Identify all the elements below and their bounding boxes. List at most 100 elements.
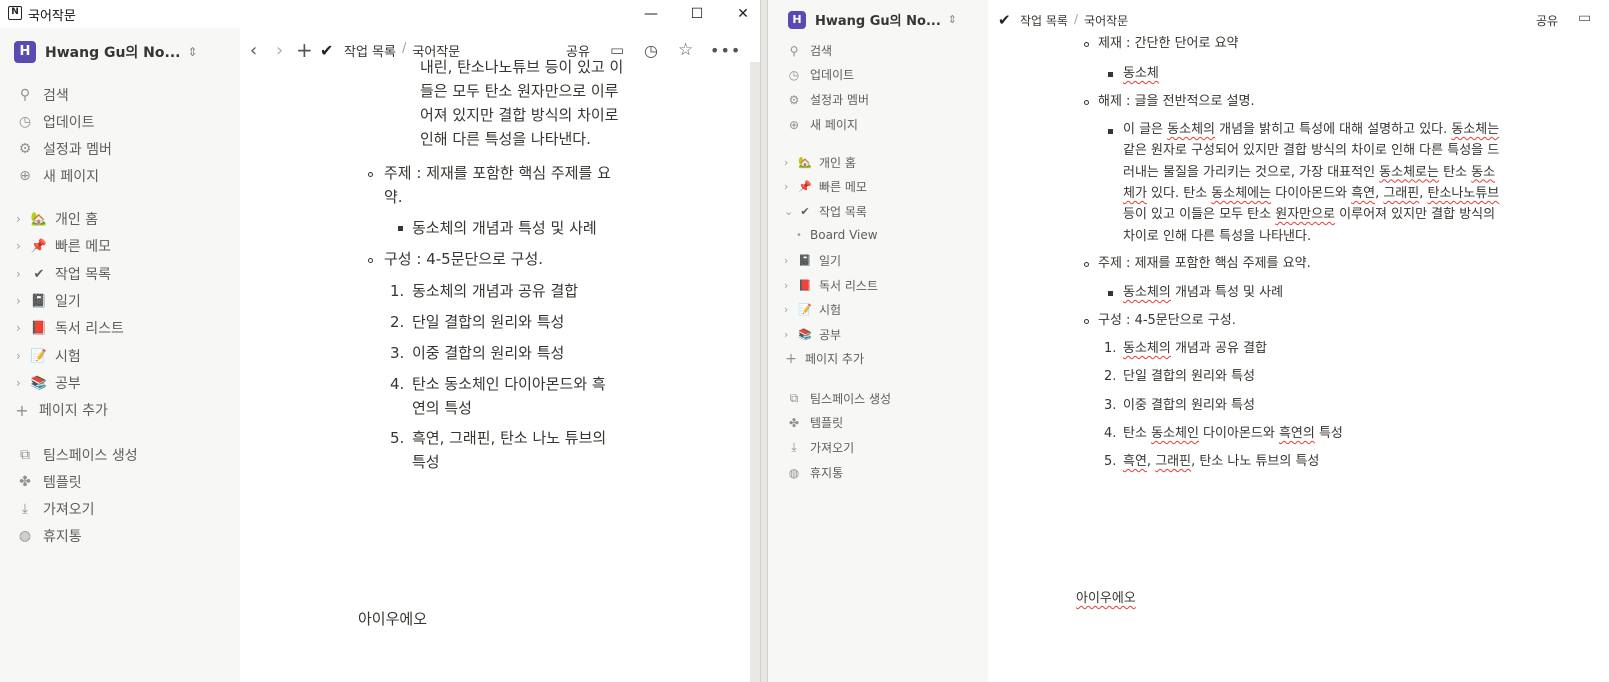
sidebar-item-label: 휴지통 (43, 529, 82, 545)
sidebar-page-공부[interactable]: › 📚 공부 (16, 373, 81, 393)
split-divider[interactable] (760, 0, 768, 682)
sidebar-page-공부[interactable]: › 📚 공부 (784, 326, 841, 343)
sidebar-item-template[interactable]: ✤ 템플릿 (786, 414, 843, 431)
chevron-right-icon[interactable]: › (16, 267, 30, 281)
chevron-right-icon[interactable]: › (16, 349, 30, 363)
sidebar-page-시험[interactable]: › 📝 시험 (784, 301, 841, 318)
sidebar-item-gear[interactable]: ⚙ 설정과 멤버 (16, 139, 112, 159)
check-icon: ✔ (998, 11, 1011, 29)
sidebar-item-plus-circle[interactable]: ⊕ 새 페이지 (16, 166, 99, 186)
chevron-right-icon[interactable]: › (784, 254, 797, 267)
more-options-icon[interactable]: ••• (710, 41, 741, 60)
structure-item: 구성 : 4-5문단으로 구성. (1098, 313, 1236, 328)
sidebar-item-label: 작업 목록 (819, 205, 867, 219)
sidebar-page-일기[interactable]: › 📓 일기 (16, 291, 81, 311)
sidebar-page-개인-홈[interactable]: › 🏡 개인 홈 (784, 154, 856, 171)
sidebar-item-trash[interactable]: ◍ 휴지통 (786, 464, 843, 481)
sidebar-page-시험[interactable]: › 📝 시험 (16, 346, 81, 366)
chevron-right-icon[interactable]: › (784, 180, 797, 193)
page-content: 내린, 탄소나노튜브 등이 있고 이 들은 모두 탄소 원자만으로 이루 어져 있지… (240, 58, 750, 682)
sidebar-item-plus-circle[interactable]: ⊕ 새 페이지 (786, 116, 858, 133)
sidebar-item-clock[interactable]: ◷ 업데이트 (786, 66, 854, 83)
plus-icon[interactable]: + (296, 38, 313, 62)
sidebar-item-import[interactable]: ⤓ 가져오기 (786, 439, 854, 456)
sidebar-page-빠른-메모[interactable]: › 📌 빠른 메모 (784, 178, 867, 195)
sidebar-page-독서-리스트[interactable]: › 📕 독서 리스트 (784, 277, 878, 294)
check-icon: ✔ (800, 205, 810, 218)
hollow-bullet-icon (1084, 42, 1089, 47)
sidebar-item-import[interactable]: ⤓ 가져오기 (16, 499, 95, 519)
gear-icon: ⚙ (18, 141, 32, 157)
sidebar-item-search[interactable]: ⚲ 검색 (786, 42, 833, 59)
sidebar-item-label: 업데이트 (43, 115, 95, 131)
breadcrumb-current-page[interactable]: 국어작문 (1084, 12, 1128, 29)
sidebar-item-label: 검색 (810, 44, 833, 58)
square-bullet-icon (398, 226, 403, 231)
chevron-right-icon[interactable]: › (784, 303, 797, 316)
ordered-list-number: 5. (390, 429, 405, 447)
share-button[interactable]: 공유 (1536, 12, 1558, 29)
sidebar-item-gear[interactable]: ⚙ 설정과 멤버 (786, 91, 869, 108)
favorite-star-icon[interactable]: ☆ (678, 40, 693, 60)
sidebar-page-빠른-메모[interactable]: › 📌 빠른 메모 (16, 236, 111, 256)
comment-icon[interactable]: ▭ (1578, 10, 1591, 26)
chevron-right-icon[interactable]: › (16, 212, 30, 226)
text-block: 아이우에오 (1076, 589, 1136, 609)
back-arrow-icon[interactable]: ‹ (250, 40, 257, 61)
pin-icon: 📌 (798, 180, 812, 193)
text-block: 아이우에오 (358, 610, 428, 628)
sidebar-item-label: 공부 (819, 328, 842, 342)
sidebar-item-label: 템플릿 (43, 475, 82, 491)
add-page-button[interactable]: + 페이지 추가 (784, 350, 864, 367)
minimize-button[interactable]: — (628, 0, 674, 28)
ordered-list-item: 탄소 동소체인 다이아몬드와 흑연의 특성 (1123, 425, 1343, 441)
sidebar-item-label: 일기 (55, 294, 81, 310)
notebook-icon: 📓 (798, 254, 812, 267)
sidebar-page-개인-홈[interactable]: › 🏡 개인 홈 (16, 209, 98, 229)
left-notion-window: N 국어작문 — ☐ ✕ H Hwang Gu의 No... ⇕ ⚲ 검색 ◷ 업데이… (0, 0, 760, 682)
chevron-right-icon[interactable]: › (784, 156, 797, 169)
ordered-list-number: 4. (1104, 425, 1117, 441)
workspace-switcher[interactable]: H Hwang Gu의 No... ⇕ (788, 10, 957, 29)
chevron-right-icon[interactable]: › (16, 239, 30, 253)
scrollbar[interactable] (750, 62, 760, 682)
forward-arrow-icon[interactable]: › (276, 40, 283, 61)
chevron-right-icon[interactable]: › (784, 279, 797, 292)
sidebar-subpage-board-view[interactable]: • Board View (796, 228, 878, 242)
sidebar-item-teamspace[interactable]: ⧉ 팀스페이스 생성 (16, 445, 138, 465)
history-clock-icon[interactable]: ◷ (644, 41, 658, 60)
sidebar-item-trash[interactable]: ◍ 휴지통 (16, 526, 82, 546)
sidebar-page-작업-목록[interactable]: ⌄ ✔ 작업 목록 (784, 203, 867, 220)
sidebar-item-label: 팀스페이스 생성 (43, 448, 138, 464)
chevron-right-icon[interactable]: › (16, 376, 30, 390)
title-bar: N 국어작문 — ☐ ✕ (0, 0, 760, 28)
close-button[interactable]: ✕ (720, 0, 760, 28)
sidebar-item-label: 공부 (55, 376, 81, 392)
ordered-list-number: 1. (390, 282, 405, 300)
sidebar-item-template[interactable]: ✤ 템플릿 (16, 472, 82, 492)
workspace-switcher[interactable]: H Hwang Gu의 No... ⇕ (14, 41, 198, 63)
breadcrumb-task-list[interactable]: 작업 목록 (344, 41, 396, 60)
square-bullet-icon (1108, 291, 1113, 296)
sidebar-item-teamspace[interactable]: ⧉ 팀스페이스 생성 (786, 390, 891, 407)
add-page-button[interactable]: + 페이지 추가 (14, 400, 108, 420)
chevron-down-icon[interactable]: ⌄ (784, 205, 797, 218)
chevron-right-icon[interactable]: › (16, 294, 30, 308)
sidebar-page-일기[interactable]: › 📓 일기 (784, 252, 841, 269)
sidebar-item-label: 가져오기 (43, 502, 95, 518)
workspace-name: Hwang Gu의 No... (45, 45, 181, 61)
gear-icon: ⚙ (788, 92, 800, 107)
sidebar-item-clock[interactable]: ◷ 업데이트 (16, 112, 95, 132)
chevron-updown-icon: ⇕ (947, 13, 958, 26)
theme-item: 주제 : 제재를 포함한 핵심 주제를 요약. (1098, 256, 1311, 271)
sidebar-page-독서-리스트[interactable]: › 📕 독서 리스트 (16, 318, 124, 338)
chevron-right-icon[interactable]: › (16, 321, 30, 335)
sidebar-item-search[interactable]: ⚲ 검색 (16, 85, 69, 105)
chevron-updown-icon: ⇕ (187, 45, 198, 59)
maximize-button[interactable]: ☐ (674, 0, 720, 28)
sidebar-page-작업-목록[interactable]: › ✔ 작업 목록 (16, 264, 111, 284)
hollow-bullet-icon (1084, 319, 1089, 324)
explain-paragraph-line: 체가 있다. 탄소 동소체에는 다이아몬드와 흑연, 그래핀, 탄소나노튜브 (1123, 185, 1500, 201)
chevron-right-icon[interactable]: › (784, 328, 797, 341)
breadcrumb-task-list[interactable]: 작업 목록 (1020, 12, 1068, 29)
